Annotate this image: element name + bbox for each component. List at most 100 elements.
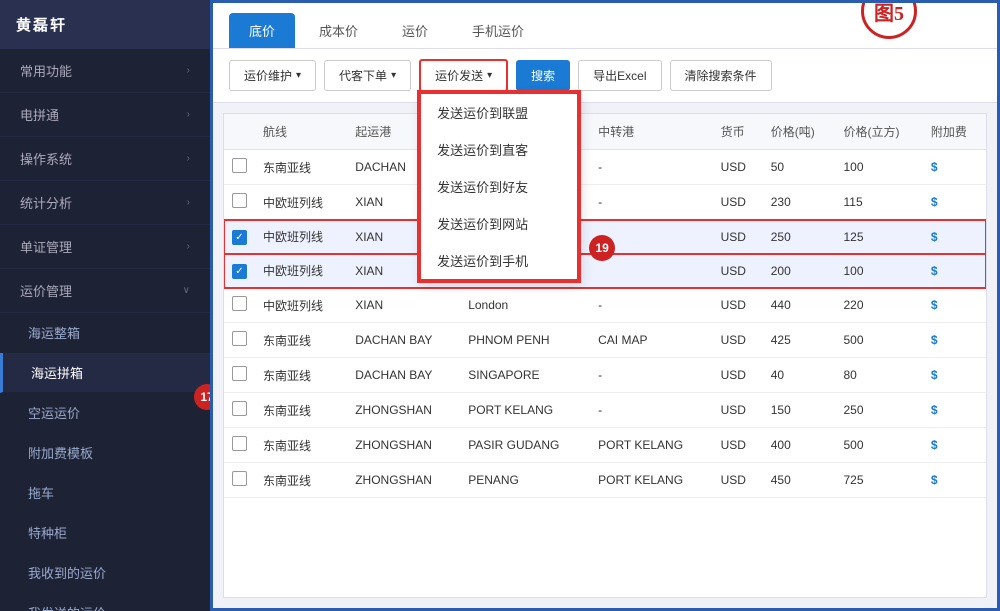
send-dropdown-menu: 发送运价到联盟 发送运价到直客 发送运价到好友 发送运价到网站 发送运价到手机 … bbox=[419, 92, 579, 281]
row-checkbox-cell[interactable] bbox=[224, 288, 255, 323]
chevron-right-icon: › bbox=[187, 65, 190, 76]
sidebar-item-operations[interactable]: 操作系统 › bbox=[0, 137, 210, 181]
row-checkbox-cell[interactable] bbox=[224, 323, 255, 358]
sidebar-item-freight[interactable]: 运价管理 ∨ bbox=[0, 269, 210, 313]
row-checkbox-cell[interactable]: ✓ bbox=[224, 254, 255, 288]
dropdown-item-union[interactable]: 发送运价到联盟 bbox=[421, 94, 577, 131]
checkbox-unchecked[interactable] bbox=[232, 401, 247, 416]
btn-clear[interactable]: 清除搜索条件 bbox=[670, 60, 772, 91]
th-price-cbm: 价格(立方) bbox=[836, 114, 923, 150]
btn-agent[interactable]: 代客下单 ▾ bbox=[324, 60, 411, 91]
row-dest: PORT KELANG bbox=[460, 393, 590, 428]
row-dest: PASIR GUDANG bbox=[460, 428, 590, 463]
chevron-right-icon: › bbox=[187, 197, 190, 208]
row-checkbox-cell[interactable] bbox=[224, 393, 255, 428]
row-currency: USD bbox=[713, 463, 763, 498]
sidebar-subitem-surcharge[interactable]: 附加费模板 bbox=[0, 433, 210, 473]
row-currency: USD bbox=[713, 358, 763, 393]
th-price-ton: 价格(吨) bbox=[763, 114, 836, 150]
btn-clear-label: 清除搜索条件 bbox=[685, 67, 757, 84]
row-fee: $ bbox=[923, 428, 986, 463]
checkbox-unchecked[interactable] bbox=[232, 331, 247, 346]
row-currency: USD bbox=[713, 150, 763, 185]
checkbox-unchecked[interactable] bbox=[232, 158, 247, 173]
sidebar-subitem-special[interactable]: 特种柜 bbox=[0, 513, 210, 553]
top-tabs: 底价 成本价 运价 手机运价 图5 bbox=[213, 3, 997, 49]
row-price_ton: 250 bbox=[763, 220, 836, 254]
row-checkbox-cell[interactable]: ✓18 bbox=[224, 220, 255, 254]
sidebar-item-common[interactable]: 常用功能 › bbox=[0, 49, 210, 93]
dropdown-arrow-icon: ▾ bbox=[296, 70, 301, 81]
row-currency: USD bbox=[713, 254, 763, 288]
dropdown-arrow-icon: ▾ bbox=[487, 70, 492, 81]
row-currency: USD bbox=[713, 220, 763, 254]
checkbox-unchecked[interactable] bbox=[232, 366, 247, 381]
row-price_ton: 425 bbox=[763, 323, 836, 358]
sidebar-subitem-sent[interactable]: 我发送的运价 bbox=[0, 593, 210, 611]
row-checkbox-cell[interactable] bbox=[224, 358, 255, 393]
row-price_cbm: 100 bbox=[836, 254, 923, 288]
row-transit: - bbox=[590, 393, 712, 428]
table-header-row: 航线 起运港 目的港 中转港 货币 价格(吨) 价格(立方) 附加费 bbox=[224, 114, 986, 150]
sidebar-subitem-label: 海运整箱 bbox=[28, 323, 190, 342]
sidebar-item-label: 操作系统 bbox=[20, 149, 72, 168]
sidebar-item-stats[interactable]: 统计分析 › bbox=[0, 181, 210, 225]
dropdown-item-website[interactable]: 发送运价到网站 bbox=[421, 205, 577, 242]
row-transit: - bbox=[590, 288, 712, 323]
row-route: 东南亚线 bbox=[255, 323, 347, 358]
sidebar-subitem-air[interactable]: 空运运价 bbox=[0, 393, 210, 433]
sidebar-subitem-received[interactable]: 我收到的运价 bbox=[0, 553, 210, 593]
sidebar-item-epintong[interactable]: 电拼通 › bbox=[0, 93, 210, 137]
row-checkbox-cell[interactable] bbox=[224, 463, 255, 498]
row-price_ton: 440 bbox=[763, 288, 836, 323]
sidebar-item-label: 统计分析 bbox=[20, 193, 72, 212]
table-row: 东南亚线ZHONGSHANPORT KELANG-USD150250$ bbox=[224, 393, 986, 428]
dropdown-item-direct[interactable]: 发送运价到直客 bbox=[421, 131, 577, 168]
checkbox-unchecked[interactable] bbox=[232, 471, 247, 486]
row-route: 东南亚线 bbox=[255, 428, 347, 463]
sidebar-item-label: 运价管理 bbox=[20, 281, 72, 300]
tab-base-price[interactable]: 底价 bbox=[229, 13, 295, 48]
btn-maintain[interactable]: 运价维护 ▾ bbox=[229, 60, 316, 91]
table-area: 航线 起运港 目的港 中转港 货币 价格(吨) 价格(立方) 附加费 东南亚线D… bbox=[223, 113, 987, 598]
tab-freight[interactable]: 运价 bbox=[382, 13, 448, 48]
table-row: 东南亚线ZHONGSHANPASIR GUDANGPORT KELANGUSD4… bbox=[224, 428, 986, 463]
row-origin: ZHONGSHAN bbox=[347, 463, 460, 498]
tab-mobile-freight[interactable]: 手机运价 bbox=[452, 13, 544, 48]
sidebar: 黄磊轩 常用功能 › 电拼通 › 操作系统 › 统计分析 › 单证管理 › 运价… bbox=[0, 0, 210, 611]
row-checkbox-cell[interactable] bbox=[224, 428, 255, 463]
row-route: 中欧班列线 bbox=[255, 254, 347, 288]
row-route: 中欧班列线 bbox=[255, 220, 347, 254]
tab-cost-price[interactable]: 成本价 bbox=[299, 13, 378, 48]
sidebar-subitem-ocean-full[interactable]: 海运整箱 bbox=[0, 313, 210, 353]
checkbox-checked[interactable]: ✓ bbox=[232, 230, 247, 245]
btn-send[interactable]: 运价发送 ▾ bbox=[419, 59, 508, 92]
th-fee: 附加费 bbox=[923, 114, 986, 150]
row-fee: $ bbox=[923, 463, 986, 498]
btn-search[interactable]: 搜索 bbox=[516, 60, 570, 91]
row-checkbox-cell[interactable] bbox=[224, 150, 255, 185]
sidebar-item-label: 电拼通 bbox=[20, 105, 59, 124]
row-transit: PORT KELANG bbox=[590, 428, 712, 463]
sidebar-subitem-ocean-lcl[interactable]: 海运拼箱 17 bbox=[0, 353, 210, 393]
btn-export[interactable]: 导出Excel bbox=[578, 60, 661, 91]
sidebar-subitem-truck[interactable]: 拖车 bbox=[0, 473, 210, 513]
freight-table: 航线 起运港 目的港 中转港 货币 价格(吨) 价格(立方) 附加费 东南亚线D… bbox=[224, 114, 986, 498]
row-price_ton: 150 bbox=[763, 393, 836, 428]
row-fee: $ bbox=[923, 288, 986, 323]
checkbox-unchecked[interactable] bbox=[232, 436, 247, 451]
sidebar-item-docs[interactable]: 单证管理 › bbox=[0, 225, 210, 269]
row-route: 东南亚线 bbox=[255, 150, 347, 185]
row-fee: $ bbox=[923, 358, 986, 393]
btn-send-wrapper: 运价发送 ▾ 发送运价到联盟 发送运价到直客 发送运价到好友 发送运价到网站 发… bbox=[419, 59, 508, 92]
checkbox-unchecked[interactable] bbox=[232, 193, 247, 208]
dropdown-item-mobile[interactable]: 发送运价到手机 bbox=[421, 242, 577, 279]
row-route: 中欧班列线 bbox=[255, 185, 347, 220]
dropdown-item-friend[interactable]: 发送运价到好友 bbox=[421, 168, 577, 205]
row-checkbox-cell[interactable] bbox=[224, 185, 255, 220]
checkbox-unchecked[interactable] bbox=[232, 296, 247, 311]
checkbox-checked[interactable]: ✓ bbox=[232, 264, 247, 279]
row-price_cbm: 250 bbox=[836, 393, 923, 428]
row-currency: USD bbox=[713, 288, 763, 323]
row-price_ton: 200 bbox=[763, 254, 836, 288]
